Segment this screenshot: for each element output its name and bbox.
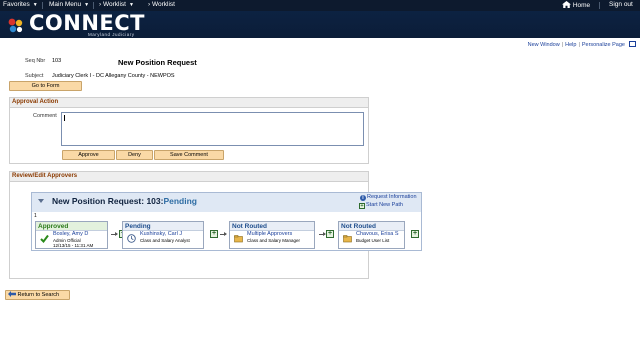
nav-divider bbox=[42, 2, 43, 9]
step-status: Not Routed bbox=[230, 222, 314, 231]
chevron-down-icon: ▼ bbox=[32, 2, 38, 8]
approval-action-header: Approval Action bbox=[10, 98, 368, 108]
step-status: Approved bbox=[36, 222, 107, 231]
approve-button[interactable]: Approve bbox=[62, 150, 115, 160]
arrow-right-icon bbox=[220, 232, 227, 236]
top-nav-bar: Favorites ▼ Main Menu ▼ › Worklist ▼ › Work… bbox=[0, 0, 640, 11]
page-links: New Window | Help | Personalize Page bbox=[528, 41, 636, 48]
nav-divider bbox=[93, 2, 94, 9]
start-new-path-link[interactable]: + Start New Path bbox=[359, 202, 403, 209]
arrow-right-icon bbox=[111, 232, 118, 236]
request-information-link[interactable]: i Request Information bbox=[360, 194, 417, 201]
clock-icon bbox=[127, 234, 136, 243]
insert-approver-button[interactable]: + bbox=[411, 230, 419, 238]
sign-out-link[interactable]: Sign out bbox=[609, 1, 633, 8]
breadcrumb-worklist-menu[interactable]: › Worklist ▼ bbox=[99, 1, 134, 8]
link-separator: | bbox=[578, 42, 580, 48]
home-icon bbox=[562, 1, 571, 8]
breadcrumb-worklist[interactable]: › Worklist bbox=[148, 1, 175, 8]
text-cursor bbox=[64, 115, 65, 121]
brand-subtitle: Maryland Judiciary bbox=[88, 32, 135, 37]
main-menu[interactable]: Main Menu ▼ bbox=[49, 1, 89, 8]
main-menu-label: Main Menu bbox=[49, 1, 82, 8]
comment-textarea[interactable] bbox=[61, 112, 364, 146]
approver-name[interactable]: Kushinsky, Carl J bbox=[140, 231, 182, 237]
request-information-label: Request Information bbox=[367, 194, 417, 200]
comment-label: Comment bbox=[33, 113, 57, 119]
new-window-link[interactable]: New Window bbox=[528, 42, 560, 48]
brand-logo-icon bbox=[8, 18, 23, 33]
step-status: Not Routed bbox=[339, 222, 404, 231]
approval-map-header: New Position Request: 103:Pending i Reque… bbox=[32, 193, 421, 212]
approval-step: Pending Kushinsky, Carl J Class and Sala… bbox=[122, 221, 204, 249]
page-layout-icon[interactable] bbox=[629, 41, 636, 47]
approval-step: Approved Bosley, Amy D Admin Official 12… bbox=[35, 221, 108, 249]
header-banner: CONNECT Maryland Judiciary bbox=[0, 11, 640, 38]
return-to-search-button[interactable]: Return to Search bbox=[5, 290, 70, 300]
plus-icon: + bbox=[359, 203, 365, 209]
folder-icon bbox=[343, 235, 352, 243]
deny-button[interactable]: Deny bbox=[116, 150, 153, 160]
breadcrumb-worklist-label: Worklist bbox=[151, 1, 175, 8]
return-to-search-label: Return to Search bbox=[17, 292, 60, 298]
start-new-path-label: Start New Path bbox=[366, 202, 403, 208]
favorites-label: Favorites bbox=[3, 1, 30, 8]
approver-name[interactable]: Multiple Approvers bbox=[247, 231, 292, 237]
review-approvers-header: Review/Edit Approvers bbox=[10, 172, 368, 182]
approval-map-title: New Position Request: 103:Pending bbox=[52, 196, 197, 206]
nav-divider bbox=[599, 2, 600, 9]
breadcrumb-worklist-menu-label: Worklist bbox=[102, 1, 126, 8]
collapse-triangle-icon[interactable] bbox=[38, 199, 44, 203]
link-separator: | bbox=[561, 42, 564, 48]
chevron-down-icon: ▼ bbox=[84, 2, 90, 8]
approval-map-title-text: New Position Request: 103: bbox=[52, 196, 164, 206]
save-comment-button[interactable]: Save Comment bbox=[154, 150, 224, 160]
seq-nbr-value: 103 bbox=[52, 58, 62, 64]
help-link[interactable]: Help bbox=[565, 42, 576, 48]
go-to-form-button[interactable]: Go to Form bbox=[9, 81, 82, 91]
subject-value: Judiciary Clerk I - DC Allegany County -… bbox=[52, 73, 175, 79]
approval-map-status: Pending bbox=[163, 196, 197, 206]
approver-role: Class and Salary Analyst bbox=[140, 238, 190, 243]
approval-date: 12/13/15 - 11:31 AM bbox=[53, 243, 94, 248]
approver-role: Budget User List bbox=[356, 238, 390, 243]
approval-map: New Position Request: 103:Pending i Reque… bbox=[31, 192, 422, 251]
personalize-page-link[interactable]: Personalize Page bbox=[582, 42, 625, 48]
folder-icon bbox=[234, 235, 243, 243]
home-label: Home bbox=[572, 2, 591, 9]
insert-approver-button[interactable]: + bbox=[326, 230, 334, 238]
return-arrow-icon bbox=[8, 291, 16, 297]
subject-label: Subject bbox=[25, 73, 44, 79]
approver-role: Class and Salary Manager bbox=[247, 238, 301, 243]
checkmark-icon bbox=[40, 234, 49, 243]
chevron-down-icon: ▼ bbox=[128, 2, 134, 8]
insert-approver-button[interactable]: + bbox=[210, 230, 218, 238]
approval-step: Not Routed Multiple Approvers Class and … bbox=[229, 221, 315, 249]
approver-name[interactable]: Bosley, Amy D bbox=[53, 231, 88, 237]
favorites-menu[interactable]: Favorites ▼ bbox=[3, 1, 38, 8]
page-title: New Position Request bbox=[118, 58, 197, 67]
arrow-right-icon bbox=[319, 232, 326, 236]
seq-nbr-label: Seq Nbr bbox=[25, 58, 46, 64]
approver-name[interactable]: Chavous, Erisa S bbox=[356, 231, 399, 237]
path-number: 1 bbox=[34, 213, 37, 219]
step-status: Pending bbox=[123, 222, 203, 231]
info-icon: i bbox=[360, 195, 366, 201]
approval-step: Not Routed Chavous, Erisa S Budget User … bbox=[338, 221, 405, 249]
home-link[interactable]: Home bbox=[562, 1, 590, 9]
